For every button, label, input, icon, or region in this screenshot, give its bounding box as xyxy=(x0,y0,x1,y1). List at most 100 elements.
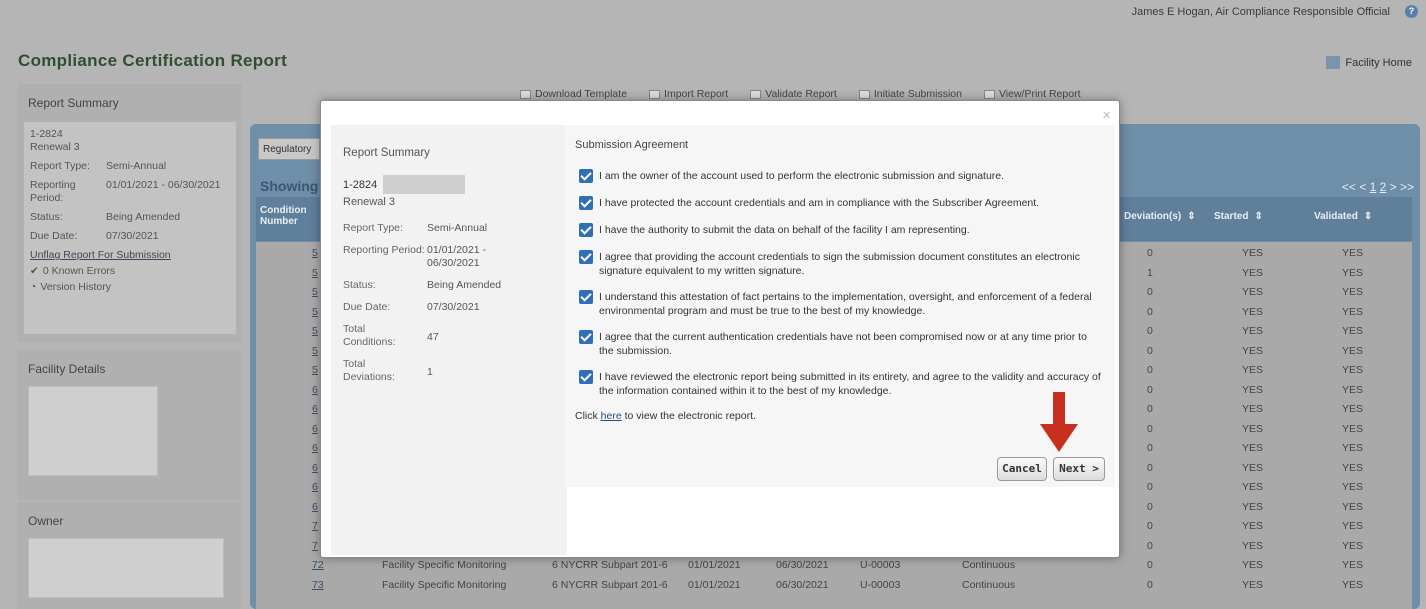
condition-number-link[interactable]: 7 xyxy=(312,540,318,552)
deviations-cell: 0 xyxy=(1147,559,1153,571)
history-icon: ◔ xyxy=(30,281,37,293)
deviations-header[interactable]: Deviation(s) ⇕ xyxy=(1120,197,1210,241)
pager-prev[interactable]: << < xyxy=(1342,180,1370,194)
condition-number-link[interactable]: 5 xyxy=(312,364,318,376)
initiate-submission-label: Initiate Submission xyxy=(873,88,962,100)
statement-5-text: I understand this attestation of fact pe… xyxy=(599,291,1092,317)
validated-header[interactable]: Validated ⇕ xyxy=(1310,197,1412,241)
condition-number-link[interactable]: 73 xyxy=(312,579,324,591)
dialog-due-date-value: 07/30/2021 xyxy=(427,301,480,313)
table-row: 72 Facility Specific Monitoring 6 NYCRR Su… xyxy=(256,556,1412,575)
pager: << < 1 2 > >> xyxy=(1342,180,1414,194)
download-template-button[interactable]: Download Template xyxy=(520,88,627,100)
next-button[interactable]: Next > xyxy=(1053,457,1105,481)
report-type-label: Report Type: xyxy=(30,160,90,172)
condition-number-link[interactable]: 6 xyxy=(312,481,318,493)
started-cell: YES xyxy=(1242,520,1264,532)
checkbox-statement-7[interactable] xyxy=(579,370,593,384)
condition-number-link[interactable]: 6 xyxy=(312,442,318,454)
deviations-cell: 0 xyxy=(1147,578,1153,591)
pager-page-1[interactable]: 1 xyxy=(1370,180,1377,194)
start-date-cell: 01/01/2021 xyxy=(688,559,741,571)
import-icon xyxy=(649,89,661,99)
condition-number-link[interactable]: 5 xyxy=(312,325,318,337)
check-circle-icon: ✔ xyxy=(30,265,39,277)
condition-number-header[interactable]: Condition Number xyxy=(256,197,320,241)
dialog-total-deviations-label: Total Deviations: xyxy=(343,358,395,383)
condition-number-link[interactable]: 6 xyxy=(312,423,318,435)
dialog-report-type-value: Semi-Annual xyxy=(427,222,488,234)
import-report-button[interactable]: Import Report xyxy=(649,88,728,100)
facility-home-link[interactable]: Facility Home xyxy=(1326,56,1412,69)
validate-report-button[interactable]: Validate Report xyxy=(750,88,837,100)
checkbox-statement-1[interactable] xyxy=(579,169,593,183)
validated-cell: YES xyxy=(1342,383,1364,396)
red-arrow-annotation xyxy=(1040,392,1078,452)
deviations-cell: 0 xyxy=(1147,383,1153,396)
unflag-report-link[interactable]: Unflag Report For Submission xyxy=(30,249,230,261)
view-print-report-label: View/Print Report xyxy=(998,88,1081,100)
version-history-link[interactable]: ◔ Version History xyxy=(30,281,230,293)
agreement-statement-4: I agree that providing the account crede… xyxy=(579,250,1103,278)
cancel-button[interactable]: Cancel xyxy=(997,457,1047,481)
started-header[interactable]: Started ⇕ xyxy=(1210,197,1310,241)
initiate-submission-button[interactable]: Initiate Submission xyxy=(858,88,962,100)
category-cell: Facility Specific Monitoring xyxy=(382,578,507,591)
condition-number-link[interactable]: 5 xyxy=(312,286,318,298)
deviations-cell: 0 xyxy=(1147,442,1153,454)
validated-cell: YES xyxy=(1342,539,1364,552)
started-cell: YES xyxy=(1242,266,1264,279)
validated-cell: YES xyxy=(1342,422,1364,435)
condition-number-link[interactable]: 5 xyxy=(312,345,318,357)
condition-number-link[interactable]: 5 xyxy=(312,306,318,318)
reporting-period-value: 01/01/2021 - 06/30/2021 xyxy=(106,179,221,191)
frequency-cell: Continuous xyxy=(962,559,1016,571)
condition-number-link[interactable]: 6 xyxy=(312,462,318,474)
sort-icon: ⇕ xyxy=(1254,211,1263,222)
facility-details-box xyxy=(28,386,158,476)
checkbox-statement-4[interactable] xyxy=(579,250,593,264)
deviations-cell: 0 xyxy=(1147,422,1153,435)
condition-number-link[interactable]: 6 xyxy=(312,403,318,415)
dialog-reporting-period-label: Reporting Period: xyxy=(343,244,425,256)
report-id: 1-2824 xyxy=(30,128,63,140)
condition-number-link[interactable]: 5 xyxy=(312,247,318,259)
agreement-statement-7: I have reviewed the electronic report be… xyxy=(579,370,1103,398)
validate-report-label: Validate Report xyxy=(765,88,837,100)
deviations-cell: 0 xyxy=(1147,305,1153,318)
pager-next[interactable]: > >> xyxy=(1386,180,1414,194)
submission-agreement-panel: Submission Agreement I am the owner of t… xyxy=(565,125,1115,487)
deviations-cell: 0 xyxy=(1147,325,1153,337)
condition-number-link[interactable]: 7 xyxy=(312,520,318,532)
regulatory-button[interactable]: Regulatory xyxy=(258,138,320,160)
close-icon[interactable]: × xyxy=(1102,107,1111,124)
started-cell: YES xyxy=(1242,481,1264,493)
sort-icon: ⇕ xyxy=(1187,211,1196,222)
download-icon xyxy=(520,89,531,99)
condition-number-link[interactable]: 6 xyxy=(312,384,318,396)
view-report-link[interactable]: here xyxy=(601,410,622,422)
report-toolbar: Download Template Import Report Validate… xyxy=(520,88,1081,100)
end-date-cell: 06/30/2021 xyxy=(776,559,829,571)
deviations-cell: 0 xyxy=(1147,403,1153,415)
dialog-status-value: Being Amended xyxy=(427,279,502,291)
checkbox-statement-5[interactable] xyxy=(579,290,593,304)
checkbox-statement-3[interactable] xyxy=(579,223,593,237)
started-cell: YES xyxy=(1242,344,1264,357)
deviations-header-label: Deviation(s) xyxy=(1124,211,1182,222)
showing-label: Showing xyxy=(260,178,319,194)
validated-cell: YES xyxy=(1342,325,1364,337)
help-icon[interactable]: ? xyxy=(1405,5,1418,18)
condition-number-link[interactable]: 72 xyxy=(312,559,324,571)
started-cell: YES xyxy=(1242,305,1264,318)
validated-cell: YES xyxy=(1342,403,1364,415)
dialog-report-type-label: Report Type: xyxy=(343,222,403,234)
deviations-cell: 0 xyxy=(1147,539,1153,552)
dialog-renewal: Renewal 3 xyxy=(343,196,395,208)
view-print-report-button[interactable]: View/Print Report xyxy=(983,88,1081,100)
checkbox-statement-6[interactable] xyxy=(579,330,593,344)
checkbox-statement-2[interactable] xyxy=(579,196,593,210)
table-row: 73 Facility Specific Monitoring 6 NYCRR Su… xyxy=(256,576,1412,595)
condition-number-link[interactable]: 6 xyxy=(312,501,318,513)
condition-number-link[interactable]: 5 xyxy=(312,267,318,279)
